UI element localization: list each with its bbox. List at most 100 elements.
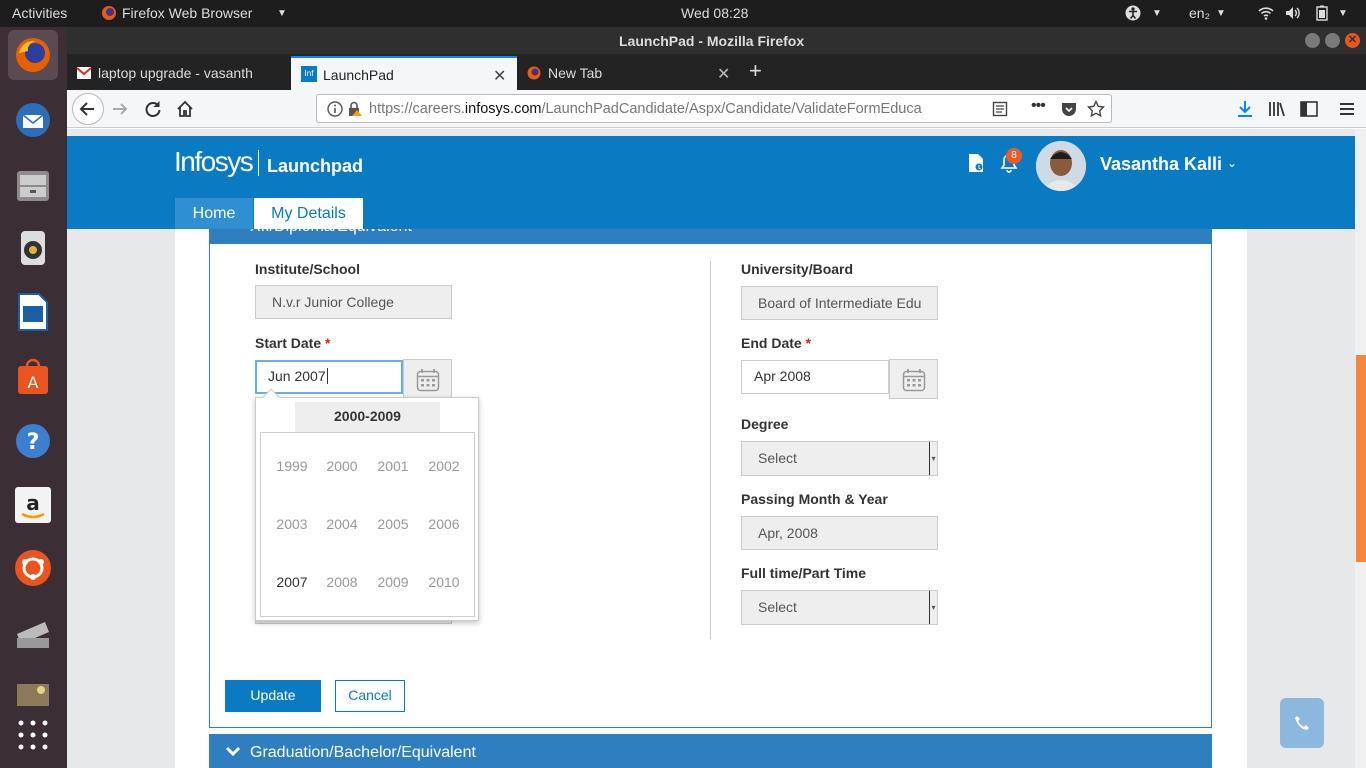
amazon-launcher-icon[interactable]: a	[8, 480, 58, 530]
launchpad-logo-text: Launchpad	[267, 156, 364, 176]
end-date-calendar-button[interactable]	[889, 359, 938, 399]
tab-new-tab[interactable]: New Tab ✕	[519, 56, 743, 90]
fulltime-select[interactable]: Select ▾	[741, 590, 938, 625]
year-cell[interactable]: 2009	[370, 574, 416, 590]
pocket-icon[interactable]	[1061, 101, 1077, 121]
thunderbird-launcher-icon[interactable]	[8, 95, 58, 145]
accessibility-chevron-icon[interactable]: ▼	[1152, 8, 1162, 19]
year-cell[interactable]: 2002	[421, 458, 467, 474]
help-launcher-icon[interactable]: ?	[8, 416, 58, 466]
site-header: Infosys Launchpad 8 Vasantha Kalli ⌄ Hom…	[67, 136, 1355, 229]
activities-button[interactable]: Activities	[12, 5, 67, 21]
app-menu-chevron-icon[interactable]: ▼	[277, 8, 287, 19]
writer-launcher-icon[interactable]	[8, 287, 58, 337]
system-top-bar: Activities Firefox Web Browser ▼ Wed 08:…	[0, 0, 1366, 27]
page-scrollbar[interactable]	[1355, 129, 1366, 768]
section-header-graduation[interactable]: Graduation/Bachelor/Equivalent	[209, 734, 1212, 768]
library-icon[interactable]	[1267, 99, 1287, 124]
app-menu[interactable]: Firefox Web Browser	[122, 5, 252, 21]
infosys-logo[interactable]: Infosys	[174, 146, 254, 178]
reader-view-icon[interactable]	[992, 101, 1008, 121]
minimize-icon[interactable]	[1305, 33, 1320, 48]
passing-field[interactable]: Apr, 2008	[741, 516, 938, 550]
system-menu-chevron-icon[interactable]: ▼	[1338, 8, 1348, 19]
wifi-icon[interactable]	[1258, 5, 1274, 24]
user-menu-chevron-icon[interactable]: ⌄	[1227, 156, 1237, 170]
tab-launchpad[interactable]: Inf LaunchPad ✕	[291, 56, 517, 90]
files-launcher-icon[interactable]	[8, 160, 58, 210]
rhythmbox-launcher-icon[interactable]	[8, 223, 58, 273]
firefox-favicon-icon	[527, 66, 541, 83]
maximize-icon[interactable]	[1325, 33, 1340, 48]
logo-divider	[258, 150, 259, 176]
year-cell[interactable]: 2010	[421, 574, 467, 590]
year-grid: 1999 2000 2001 2002 2003 2004 2005 2006 …	[260, 432, 475, 617]
clock[interactable]: Wed 08:28	[681, 5, 748, 21]
page-actions-menu-icon[interactable]: •••	[1031, 97, 1046, 115]
close-tab-icon[interactable]: ✕	[493, 66, 506, 86]
call-button[interactable]	[1280, 698, 1324, 748]
volume-icon[interactable]	[1285, 5, 1301, 24]
section-title: Graduation/Bachelor/Equivalent	[250, 744, 476, 761]
scanner-launcher-icon[interactable]	[8, 607, 58, 657]
year-cell-selected[interactable]: 2007	[269, 574, 315, 590]
start-date-calendar-button[interactable]	[403, 359, 452, 399]
info-icon[interactable]	[327, 101, 343, 121]
lock-warning-icon[interactable]	[347, 101, 363, 121]
ubuntu-settings-launcher-icon[interactable]	[8, 543, 58, 593]
university-label: University/Board	[741, 261, 854, 277]
new-tab-plus-icon[interactable]: +	[749, 58, 762, 84]
svg-text:A: A	[28, 373, 39, 392]
tab-label: New Tab	[548, 65, 603, 81]
year-cell[interactable]: 2000	[319, 458, 365, 474]
home-icon[interactable]	[175, 99, 195, 124]
year-cell[interactable]: 2004	[319, 516, 365, 532]
nav-my-details[interactable]: My Details	[254, 198, 363, 229]
downloads-icon[interactable]	[1235, 99, 1255, 124]
update-button[interactable]: Update	[225, 680, 321, 712]
close-tab-icon[interactable]: ✕	[717, 64, 730, 84]
bookmark-star-icon[interactable]	[1086, 99, 1106, 122]
institute-label: Institute/School	[255, 261, 360, 277]
tab-gmail[interactable]: laptop upgrade - vasanth	[67, 56, 289, 90]
decade-header[interactable]: 2000-2009	[295, 402, 440, 432]
keyboard-layout[interactable]: en₂	[1189, 5, 1210, 21]
start-date-label: Start Date *	[255, 335, 331, 351]
battery-icon[interactable]	[1315, 5, 1329, 24]
year-cell[interactable]: 1999	[269, 458, 315, 474]
keyboard-chevron-icon[interactable]: ▼	[1216, 8, 1226, 19]
start-date-input[interactable]: Jun 2007	[255, 360, 403, 394]
university-field[interactable]: Board of Intermediate Edu	[741, 286, 938, 320]
forward-icon[interactable]	[110, 99, 130, 124]
cancel-button[interactable]: Cancel	[335, 680, 405, 712]
dropdown-arrow-icon: ▾	[929, 442, 937, 475]
year-cell[interactable]: 2005	[370, 516, 416, 532]
year-cell[interactable]: 2006	[421, 516, 467, 532]
url-text: https://careers.infosys.com/LaunchPadCan…	[369, 101, 922, 117]
degree-select[interactable]: Select ▾	[741, 441, 938, 476]
navigation-toolbar: https://careers.infosys.com/LaunchPadCan…	[67, 90, 1366, 128]
nav-home[interactable]: Home	[175, 198, 253, 229]
url-bar[interactable]: https://careers.infosys.com/LaunchPadCan…	[316, 94, 1112, 123]
document-icon[interactable]	[967, 153, 985, 178]
show-applications-icon[interactable]	[8, 710, 58, 760]
year-cell[interactable]: 2001	[370, 458, 416, 474]
scrollbar-thumb[interactable]	[1356, 355, 1366, 562]
sidebar-icon[interactable]	[1299, 99, 1319, 124]
accessibility-icon[interactable]	[1125, 5, 1141, 24]
reload-icon[interactable]	[143, 99, 163, 124]
firefox-launcher-icon[interactable]	[8, 30, 58, 80]
year-cell[interactable]: 2003	[269, 516, 315, 532]
institute-field[interactable]: N.v.r Junior College	[255, 285, 452, 319]
column-divider	[710, 261, 711, 639]
back-icon[interactable]	[72, 93, 104, 125]
year-cell[interactable]: 2008	[319, 574, 365, 590]
hamburger-menu-icon[interactable]	[1337, 99, 1357, 124]
end-date-label: End Date *	[741, 335, 812, 351]
software-center-launcher-icon[interactable]: A	[8, 351, 58, 401]
calendar-icon	[902, 368, 926, 397]
close-window-icon[interactable]: ✕	[1345, 33, 1360, 48]
end-date-input[interactable]: Apr 2008	[741, 360, 889, 394]
avatar[interactable]	[1036, 141, 1086, 191]
user-name[interactable]: Vasantha Kalli	[1100, 154, 1222, 175]
